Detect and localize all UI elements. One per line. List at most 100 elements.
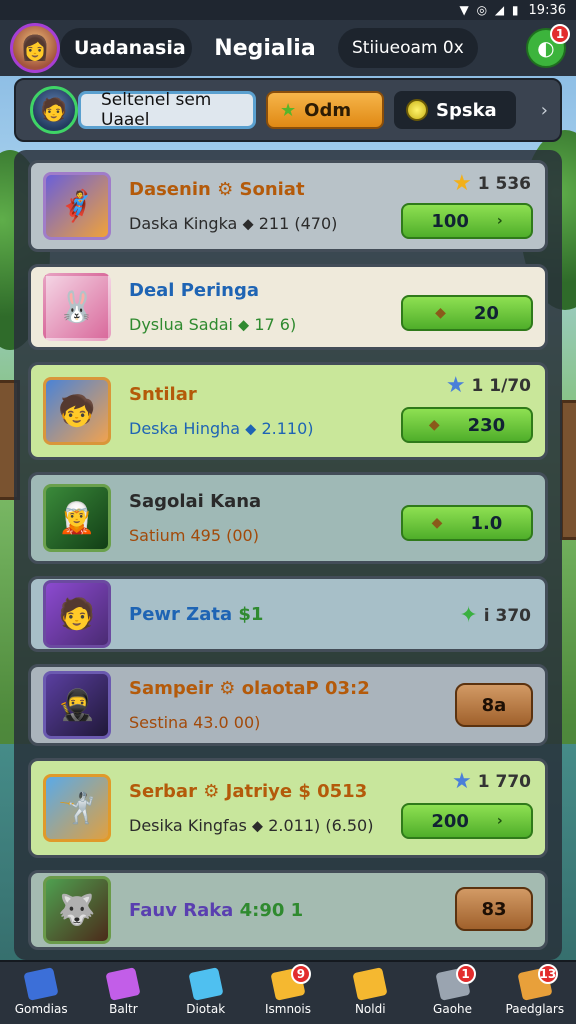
buy-button-label: 1.0: [470, 512, 503, 534]
notification-badge: 1: [550, 24, 570, 44]
buy-button[interactable]: 83: [455, 887, 533, 931]
nav-label: Diotak: [186, 1002, 226, 1016]
list-item[interactable]: 🐰 Deal Peringa Dyslua Sadai ⬥ 17 6) ◆ 20: [28, 264, 548, 350]
item-name-extra: 4:90 1: [239, 899, 304, 921]
player-name[interactable]: Uadanasia: [60, 28, 192, 68]
buy-button-label: 230: [467, 414, 506, 436]
buy-button[interactable]: ◆ 230: [401, 407, 533, 443]
item-sub-value: 495 (00): [190, 526, 259, 545]
list-item[interactable]: 🤺 Serbar ⚙ Jatriye $ 0513 Desika Kingfas…: [28, 758, 548, 858]
item-price: ★ 1 536: [452, 171, 531, 196]
gem-icon: ◆: [435, 305, 446, 321]
search-close[interactable]: 0x: [443, 38, 464, 58]
buy-button[interactable]: ◆ 20: [401, 295, 533, 331]
cube-icon: [188, 967, 224, 1001]
list-item[interactable]: 🧝 Sagolai Kana Satium 495 (00) ◆ 1.0: [28, 472, 548, 564]
offer-list: 🦸 Dasenin ⚙ Soniat Daska Kingka ⬥ 211 (4…: [14, 150, 562, 960]
hero-portrait: 🧒: [43, 377, 111, 445]
star-icon: ★: [445, 373, 466, 398]
buy-button-label: 200: [431, 810, 469, 832]
filter-select[interactable]: Seltenel sem Uaael: [78, 90, 256, 130]
item-name: Sntilar: [129, 383, 197, 405]
filter-avatar[interactable]: 🧑: [30, 86, 78, 134]
nav-label: Gaohe: [433, 1002, 473, 1016]
item-sub: Sestina: [129, 713, 188, 732]
tab-odm-label: Odm: [304, 99, 352, 121]
star-icon: ★: [452, 171, 472, 196]
buy-button[interactable]: 100 ›: [401, 203, 533, 239]
item-name: Fauv Raka: [129, 899, 234, 921]
item-price: ★ 1 770: [452, 769, 531, 794]
nav-label: Baltr: [109, 1002, 138, 1016]
nav-badge: 13: [537, 964, 558, 984]
list-item[interactable]: 🐺 Fauv Raka 4:90 1 83: [28, 870, 548, 950]
filter-bar: 🧑 Seltenel sem Uaael ★ Odm Spska ›: [14, 78, 562, 142]
page-title: Negialia: [214, 35, 316, 61]
item-price-value: 1 770: [477, 771, 531, 792]
item-sub-value: 2.110): [261, 418, 314, 438]
item-sub-value: 43.0 00): [193, 713, 261, 732]
item-sub: Satium: [129, 526, 186, 545]
tab-spska[interactable]: Spska: [394, 91, 516, 129]
gold-bar-icon: [352, 967, 388, 1001]
list-item[interactable]: 🦸 Dasenin ⚙ Soniat Daska Kingka ⬥ 211 (4…: [28, 160, 548, 252]
player-avatar[interactable]: 👩: [10, 23, 60, 73]
coin-icon: [406, 99, 428, 121]
nav-badge: 9: [290, 964, 311, 984]
buy-button[interactable]: ◆ 1.0: [401, 505, 533, 541]
item-sub-value: 17 6): [254, 314, 297, 334]
item-name-extra: olaotaP 03:2: [241, 678, 370, 699]
buy-button-label: 100: [431, 210, 469, 232]
nav-item-noldi[interactable]: Noldi: [335, 967, 405, 1016]
status-icons: ▼ ◎ ◢ ▮: [459, 3, 521, 17]
item-sub: Dyslua Sadai: [129, 314, 233, 334]
item-name: Sagolai Kana: [129, 491, 262, 512]
gem-icon: ◆: [428, 417, 440, 433]
item-price-value: i 370: [483, 605, 531, 626]
nav-item-gaohe[interactable]: 1 Gaohe: [418, 964, 488, 1016]
item-price: ★ 1 1/70: [446, 373, 531, 398]
nav-item-paedglars[interactable]: 13 Paedglars: [500, 964, 570, 1016]
list-item[interactable]: 🧒 Sntilar Deska Hingha ⬥ 2.110) ★ 1 1/70 …: [28, 362, 548, 460]
hero-portrait: 🥷: [43, 671, 111, 739]
status-time: 19:36: [528, 2, 566, 18]
buy-button[interactable]: 200 ›: [401, 803, 533, 839]
item-name-extra: Soniat: [239, 178, 305, 200]
list-item[interactable]: 🥷 Sampeir ⚙ olaotaP 03:2 Sestina 43.0 00…: [28, 664, 548, 746]
crystal-icon: [105, 967, 142, 1001]
bottom-nav: Gomdias Baltr Diotak 9 Ismnois Noldi 1 G…: [0, 960, 576, 1024]
chevron-right-icon: ›: [496, 813, 503, 829]
item-sub-value: 211 (470): [258, 213, 338, 233]
item-sub-value: 2.011) (6.50): [268, 815, 374, 835]
chevron-right-icon: ›: [496, 213, 503, 229]
chevron-right-icon[interactable]: ›: [541, 100, 548, 121]
nav-item-ismnois[interactable]: 9 Ismnois: [253, 964, 323, 1016]
status-bar: ▼ ◎ ◢ ▮ 19:36: [0, 0, 576, 20]
nav-item-diotak[interactable]: Diotak: [171, 967, 241, 1016]
gem-icon: ◆: [431, 515, 443, 531]
item-name: Dasenin: [129, 178, 211, 200]
buy-button[interactable]: 8a: [455, 683, 533, 727]
nav-label: Gomdias: [14, 1002, 68, 1016]
item-name-extra: Jatriye $ 0513: [225, 780, 368, 802]
hero-portrait: 🐺: [43, 876, 111, 944]
list-item[interactable]: 🧑 Pewr Zata $1 ✦ i 370: [28, 576, 548, 652]
crystal-icon: [23, 967, 59, 1001]
buy-button-label: 20: [473, 302, 499, 324]
nav-label: Ismnois: [264, 1002, 311, 1016]
nav-badge: 1: [455, 964, 476, 984]
nav-item-baltr[interactable]: Baltr: [88, 967, 158, 1016]
item-sub: Desika Kingfas: [129, 815, 247, 835]
hero-portrait: 🧝: [43, 484, 111, 552]
nav-label: Paedglars: [505, 1002, 565, 1016]
search-box[interactable]: Stiiueoam 0x: [338, 28, 478, 68]
hero-portrait: 🧑: [43, 580, 111, 648]
tab-odm[interactable]: ★ Odm: [266, 91, 384, 129]
item-name: Pewr Zata: [129, 603, 233, 625]
nav-item-gomdias[interactable]: Gomdias: [6, 967, 76, 1016]
item-name: Sampeir: [129, 678, 214, 699]
item-name: Deal Peringa: [129, 279, 260, 301]
notification-button[interactable]: ◐ 1: [526, 24, 570, 68]
top-header: 👩 Uadanasia Negialia Stiiueoam 0x ◐ 1: [0, 20, 576, 76]
hero-portrait: 🤺: [43, 774, 111, 842]
